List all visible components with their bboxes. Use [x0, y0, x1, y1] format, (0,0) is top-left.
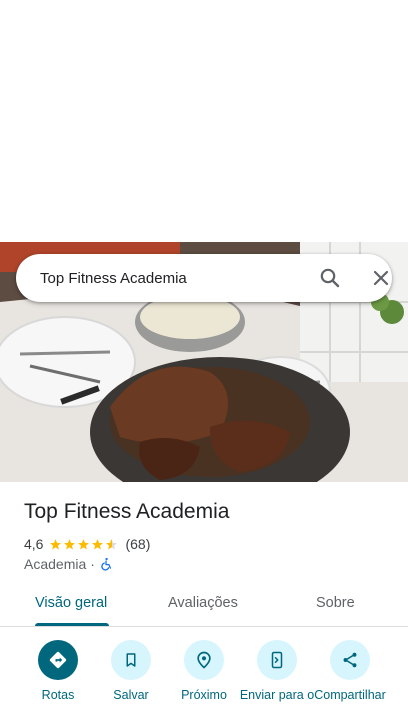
search-bar[interactable]: Top Fitness Academia: [16, 254, 392, 302]
share-button[interactable]: Compartilhar: [310, 640, 390, 703]
rating-row[interactable]: 4,6 (68): [24, 535, 150, 553]
place-title: Top Fitness Academia: [24, 500, 230, 523]
tab-overview[interactable]: Visão geral: [35, 595, 107, 611]
half-star-icon: [106, 538, 118, 549]
review-count[interactable]: (68): [125, 536, 150, 552]
category-label: Academia: [24, 556, 87, 572]
search-query-text[interactable]: Top Fitness Academia: [40, 270, 187, 287]
tab-reviews[interactable]: Avaliações: [168, 595, 238, 611]
nearby-icon[interactable]: [184, 640, 224, 680]
place-details-sheet: Top Fitness Academia 4,6 (68) Academia ·…: [0, 482, 408, 724]
rating-value: 4,6: [24, 536, 44, 552]
close-icon[interactable]: [369, 266, 393, 290]
tab-about[interactable]: Sobre: [316, 595, 355, 611]
star-icon: [78, 538, 90, 549]
star-icon: [64, 538, 76, 549]
share-icon[interactable]: [330, 640, 370, 680]
save-label: Salvar: [113, 688, 149, 702]
search-icon[interactable]: [318, 266, 342, 290]
nearby-button[interactable]: Próximo: [164, 640, 244, 703]
save-button[interactable]: Salvar: [91, 640, 171, 703]
action-buttons: Rotas Salvar Próximo Enviar para o Compa…: [0, 640, 408, 724]
directions-label: Rotas: [41, 688, 75, 702]
separator-dot: ·: [90, 556, 95, 572]
directions-icon[interactable]: [38, 640, 78, 680]
category-row: Academia ·: [24, 556, 113, 572]
send-to-phone-label: Enviar para o: [239, 688, 315, 702]
send-to-phone-icon[interactable]: [257, 640, 297, 680]
star-icon: [50, 538, 62, 549]
share-label: Compartilhar: [314, 688, 386, 702]
send-to-phone-button[interactable]: Enviar para o: [237, 640, 317, 703]
map-area[interactable]: [0, 0, 408, 242]
bookmark-icon[interactable]: [111, 640, 151, 680]
star-rating: [49, 538, 119, 551]
directions-button[interactable]: Rotas: [18, 640, 98, 703]
nearby-label: Próximo: [181, 688, 227, 702]
star-icon: [92, 538, 104, 549]
wheelchair-accessible-icon[interactable]: [99, 557, 113, 571]
active-tab-indicator: [35, 623, 109, 626]
place-tabs: Visão geral Avaliações Sobre: [0, 585, 408, 627]
